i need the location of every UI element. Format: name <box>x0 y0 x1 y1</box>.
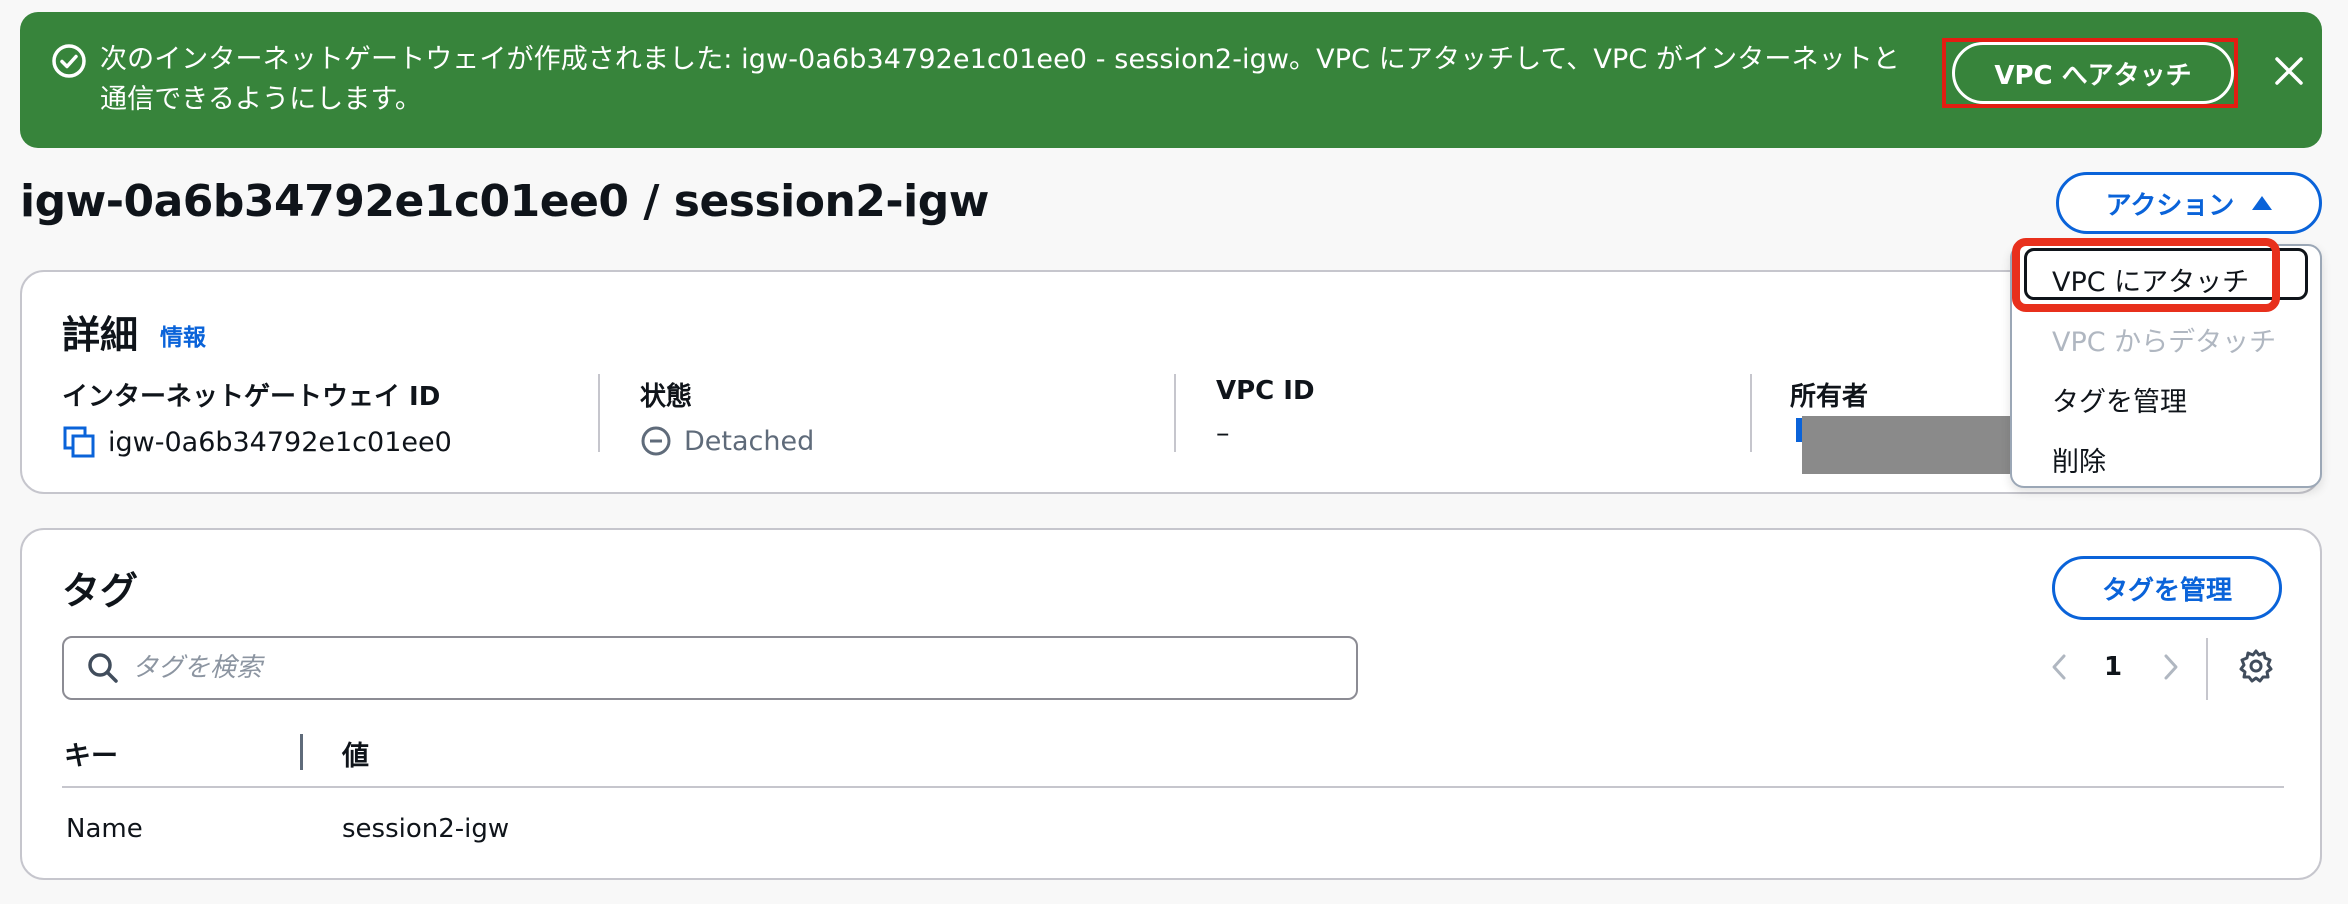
igw-id-value: igw-0a6b34792e1c01ee0 <box>108 426 452 458</box>
caret-up-icon <box>2252 196 2273 210</box>
search-icon <box>88 653 118 683</box>
state-value: Detached <box>684 425 815 457</box>
vpc-id-label: VPC ID <box>1216 376 1315 406</box>
actions-label: アクション <box>2105 189 2235 220</box>
attach-to-vpc-button[interactable]: VPC へアタッチ <box>1952 42 2234 104</box>
page-title: igw-0a6b34792e1c01ee0 / session2-igw <box>20 176 989 227</box>
chevron-right-icon <box>2164 654 2178 680</box>
column-divider <box>1750 374 1752 452</box>
gear-icon[interactable] <box>2238 648 2274 684</box>
redacted-owner-value <box>1802 416 2024 474</box>
vpc-id-value: – <box>1216 418 1230 449</box>
vpc-id-field: VPC ID – <box>1216 376 1315 449</box>
details-title: 詳細 <box>62 313 139 357</box>
menu-item-highlight <box>2012 238 2280 312</box>
actions-dropdown-button[interactable]: アクション <box>2056 172 2322 234</box>
menu-item-delete[interactable]: 削除 <box>2052 440 2106 479</box>
details-panel: 詳細 情報 インターネットゲートウェイ ID igw-0a6b34792e1c0… <box>20 270 2322 494</box>
flash-message: 次のインターネットゲートウェイが作成されました: igw-0a6b34792e1… <box>100 44 1900 115</box>
state-field: 状態 Detached <box>640 376 814 457</box>
state-label: 状態 <box>640 382 693 412</box>
menu-item-detach-vpc: VPC からデタッチ <box>2052 327 2277 358</box>
owner-field: 所有者 <box>1790 376 1868 413</box>
chevron-left-icon <box>2052 654 2066 680</box>
success-flash-banner: 次のインターネットゲートウェイが作成されました: igw-0a6b34792e1… <box>20 12 2322 148</box>
igw-id-label: インターネットゲートウェイ ID <box>62 382 441 412</box>
column-resizer[interactable] <box>300 734 303 770</box>
table-header-divider <box>62 786 2284 788</box>
column-header-key[interactable]: キー <box>64 734 118 773</box>
manage-tags-button[interactable]: タグを管理 <box>2052 556 2282 620</box>
success-check-icon <box>52 44 86 78</box>
prev-page-button[interactable] <box>2048 642 2072 692</box>
tags-panel: タグ タグを管理 1 キー 値 Name session2-igw <box>20 528 2322 880</box>
info-link[interactable]: 情報 <box>160 318 206 352</box>
page-number[interactable]: 1 <box>2104 642 2122 692</box>
menu-item-manage-tags[interactable]: タグを管理 <box>2052 380 2187 419</box>
tag-search-input[interactable] <box>132 653 1312 683</box>
stopped-status-icon <box>641 426 671 456</box>
tag-value-cell: session2-igw <box>342 814 510 844</box>
next-page-button[interactable] <box>2158 642 2182 692</box>
tag-key-cell: Name <box>66 814 143 844</box>
column-divider <box>598 374 600 452</box>
owner-label: 所有者 <box>1790 382 1869 412</box>
copy-icon[interactable] <box>62 425 96 459</box>
tag-search-box[interactable] <box>62 636 1358 700</box>
column-divider <box>1174 374 1176 452</box>
column-header-value[interactable]: 値 <box>342 734 369 773</box>
pager-divider <box>2206 638 2208 700</box>
tags-title: タグ <box>62 569 139 613</box>
igw-id-field: インターネットゲートウェイ ID igw-0a6b34792e1c01ee0 <box>62 376 452 459</box>
close-icon[interactable] <box>2272 54 2306 88</box>
